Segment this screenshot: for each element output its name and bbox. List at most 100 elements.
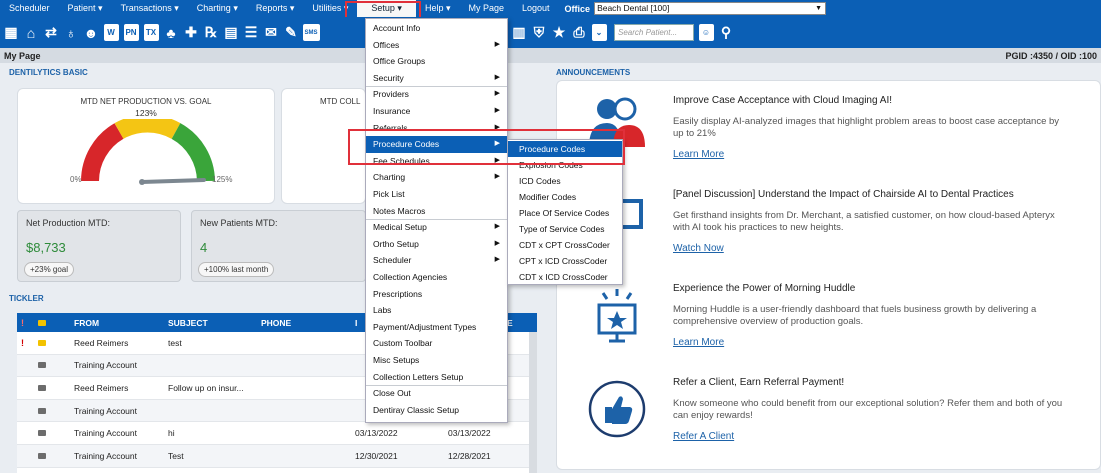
- announcements-title: ANNOUNCEMENTS: [556, 68, 631, 77]
- setup-menu-item[interactable]: Scheduler ▶: [366, 252, 507, 269]
- menu-reports[interactable]: Reports ▾: [247, 0, 304, 17]
- list-icon[interactable]: ☰: [242, 23, 260, 43]
- message-icon[interactable]: ✎: [282, 23, 300, 43]
- menu-utilities[interactable]: Utilities ▾: [303, 0, 357, 17]
- new-patients-pill: +100% last month: [198, 262, 275, 277]
- menu-setup[interactable]: Setup ▾: [357, 0, 416, 17]
- announcement-body: Easily display AI-analyzed images that h…: [673, 116, 1060, 139]
- menu-my-page[interactable]: My Page: [459, 0, 513, 17]
- sms-icon[interactable]: SMS: [302, 23, 320, 43]
- advanced-search-icon[interactable]: ⚲: [717, 23, 735, 43]
- procedure-submenu-item[interactable]: CDT x CPT CrossCoder: [508, 237, 622, 253]
- announcement-title: [Panel Discussion] Understand the Impact…: [673, 189, 1014, 200]
- setup-menu-item[interactable]: Notes Macros: [366, 203, 507, 220]
- gauge-card-collections: MTD COLL: [281, 88, 366, 204]
- chevron-down-icon[interactable]: ⌄: [590, 23, 608, 43]
- page-ids: PGID :4350 / OID :100: [1005, 50, 1097, 61]
- tooth-icon[interactable]: ♁: [62, 23, 80, 43]
- user-add-2-icon[interactable]: ✚: [182, 23, 200, 43]
- table-row[interactable]: Training Account Test 12/30/2021 12/28/2021: [17, 444, 537, 468]
- announcement-link[interactable]: Learn More: [673, 337, 724, 348]
- office-select[interactable]: Beach Dental [100] ▼: [594, 2, 827, 15]
- col-subject[interactable]: SUBJECT: [168, 318, 208, 328]
- setup-menu-item[interactable]: Charting ▶: [366, 169, 507, 186]
- procedure-submenu-item[interactable]: CDT x ICD CrossCoder: [508, 269, 622, 285]
- menu-item-label: Office Groups: [373, 56, 426, 67]
- procedure-submenu-item[interactable]: CPT x ICD CrossCoder: [508, 253, 622, 269]
- tooth-list-icon[interactable]: W: [102, 23, 120, 43]
- setup-menu-item[interactable]: Fee Schedules ▶: [366, 153, 507, 170]
- setup-menu-item[interactable]: Security ▶: [366, 70, 507, 87]
- setup-menu-item[interactable]: Ortho Setup ▶: [366, 236, 507, 253]
- menu-item-label: Scheduler: [373, 255, 412, 266]
- procedure-submenu-item[interactable]: Modifier Codes: [508, 189, 622, 205]
- card-icon[interactable]: ▤: [222, 23, 240, 43]
- stats-icon[interactable]: ▥: [510, 23, 528, 43]
- user-search-icon[interactable]: ☺: [697, 23, 715, 43]
- procedure-submenu-item[interactable]: Type of Service Codes: [508, 221, 622, 237]
- col-from[interactable]: FROM: [74, 318, 99, 328]
- setup-menu-item[interactable]: Dentiray Classic Setup: [366, 402, 507, 419]
- setup-menu-item[interactable]: Office Groups: [366, 53, 507, 70]
- col-phone[interactable]: PHONE: [261, 318, 291, 328]
- setup-menu-item[interactable]: Close Out: [366, 385, 507, 402]
- announcement-link[interactable]: Refer A Client: [673, 431, 734, 442]
- tickler-scrollbar[interactable]: [529, 332, 537, 473]
- setup-menu-item[interactable]: Prescriptions: [366, 286, 507, 303]
- menu-help[interactable]: Help ▾: [416, 0, 460, 17]
- announcement-link[interactable]: Learn More: [673, 149, 724, 160]
- tx-icon[interactable]: TX: [142, 23, 160, 43]
- menu-patient[interactable]: Patient ▾: [59, 0, 112, 17]
- setup-menu-item[interactable]: Procedure Codes ▶: [366, 136, 507, 153]
- menu-charting[interactable]: Charting ▾: [188, 0, 247, 17]
- procedure-submenu-item[interactable]: Explosion Codes: [508, 157, 622, 173]
- setup-menu-item[interactable]: Insurance ▶: [366, 103, 507, 120]
- setup-menu-item[interactable]: Payment/Adjustment Types: [366, 319, 507, 336]
- setup-menu-item[interactable]: Providers ▶: [366, 86, 507, 103]
- procedure-submenu-item[interactable]: Procedure Codes: [508, 141, 622, 157]
- setup-menu-item[interactable]: Referrals ▶: [366, 120, 507, 137]
- procedure-submenu-item[interactable]: ICD Codes: [508, 173, 622, 189]
- mail-icon: [38, 407, 46, 414]
- menu-item-label: Misc Setups: [373, 355, 420, 365]
- gauge-min-label: 0%: [70, 175, 82, 184]
- shield-icon[interactable]: ⛨: [530, 23, 548, 43]
- mail-icon[interactable]: ✉: [262, 23, 280, 43]
- table-row[interactable]: Training Account hi 03/13/2022 03/13/2022: [17, 422, 537, 445]
- procedure-submenu-item[interactable]: Place Of Service Codes: [508, 205, 622, 221]
- menu-item-label: Custom Toolbar: [373, 338, 433, 349]
- printer-icon[interactable]: ⎙: [570, 23, 588, 43]
- office-select-value: Beach Dental [100]: [597, 3, 670, 13]
- home-icon[interactable]: ⌂: [22, 23, 40, 43]
- setup-menu-item[interactable]: Misc Setups: [366, 352, 507, 369]
- user-add-icon[interactable]: ♣: [162, 23, 180, 43]
- star-list-icon[interactable]: ★: [550, 23, 568, 43]
- rx-icon[interactable]: ℞: [202, 23, 220, 43]
- row-date-2: 03/13/2022: [448, 428, 491, 439]
- transfer-icon[interactable]: ⇄: [42, 23, 60, 43]
- announcement-link[interactable]: Watch Now: [673, 243, 724, 254]
- people-icon[interactable]: ☻: [82, 23, 100, 43]
- mail-icon: [38, 452, 46, 459]
- thumbs-up-icon: [588, 380, 646, 438]
- chevron-right-icon: ▶: [494, 223, 500, 231]
- col-4[interactable]: I: [355, 318, 357, 328]
- setup-menu-item[interactable]: Custom Toolbar: [366, 335, 507, 352]
- pn-icon[interactable]: PN: [122, 23, 140, 43]
- row-from: Training Account: [74, 405, 137, 416]
- setup-menu-item[interactable]: Medical Setup ▶: [366, 219, 507, 236]
- menu-transactions[interactable]: Transactions ▾: [112, 0, 188, 17]
- row-date-1: 12/30/2021: [355, 450, 398, 461]
- setup-menu-item[interactable]: Account Info: [366, 20, 507, 37]
- menu-scheduler[interactable]: Scheduler: [0, 0, 59, 17]
- setup-menu-item[interactable]: Pick List: [366, 186, 507, 203]
- setup-menu-item[interactable]: Labs: [366, 302, 507, 319]
- row-subject: test: [168, 337, 182, 348]
- setup-menu-item[interactable]: Offices ▶: [366, 37, 507, 54]
- menu-item-label: Offices: [373, 39, 400, 50]
- setup-menu-item[interactable]: Collection Agencies: [366, 269, 507, 286]
- calendar-icon[interactable]: ▦: [2, 23, 20, 43]
- setup-menu-item[interactable]: Collection Letters Setup: [366, 369, 507, 386]
- patient-search-input[interactable]: Search Patient...: [614, 24, 694, 41]
- menu-logout[interactable]: Logout: [513, 0, 559, 17]
